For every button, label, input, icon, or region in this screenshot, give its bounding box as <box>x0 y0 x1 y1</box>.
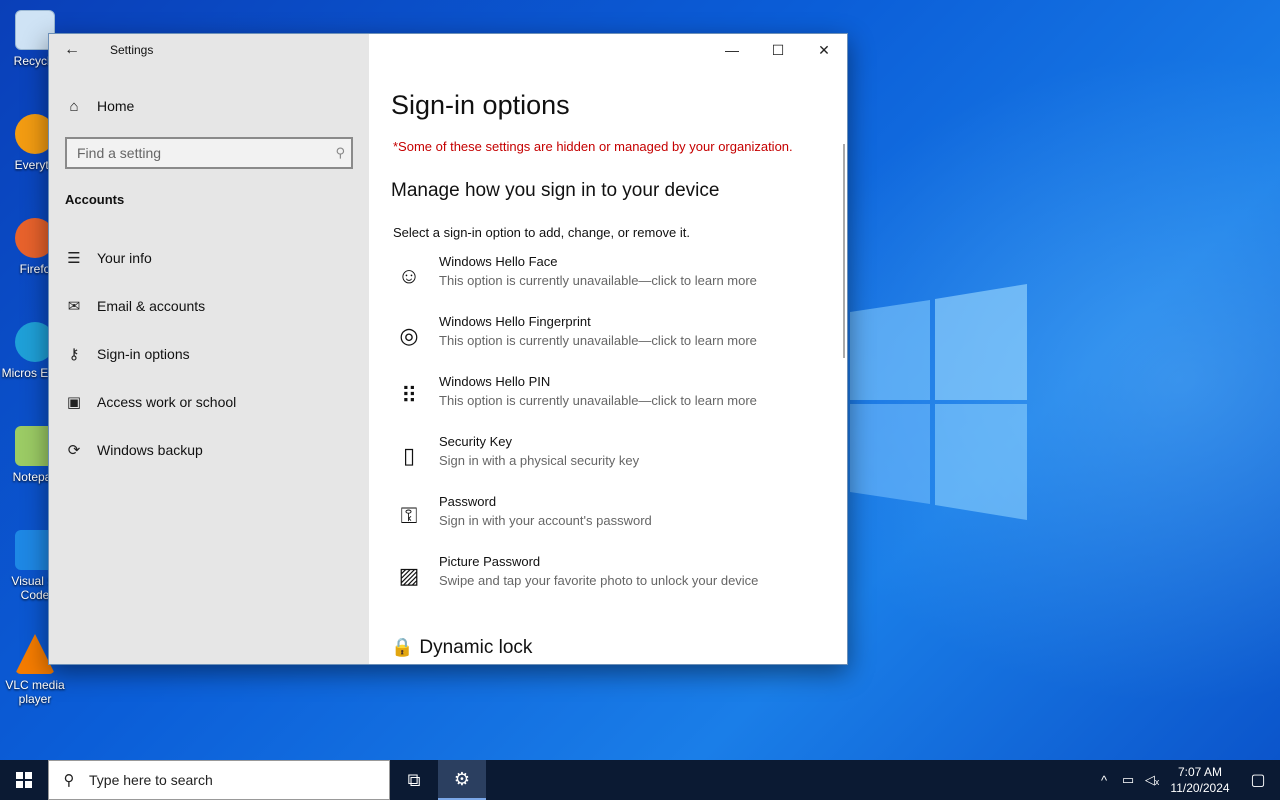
network-icon[interactable]: ▭ <box>1116 772 1140 788</box>
sidebar-item-label: Your info <box>97 250 152 266</box>
dynamic-lock-icon: 🔒 <box>391 637 414 657</box>
sidebar-section-label: Accounts <box>65 192 125 207</box>
usb-key-icon: ▯ <box>402 443 416 468</box>
minimize-button[interactable]: — <box>709 34 755 66</box>
option-title: Password <box>439 494 497 509</box>
fingerprint-icon: ◎ <box>399 323 419 348</box>
page-title: Sign-in options <box>391 90 570 120</box>
taskbar-search-box[interactable]: ⚲ Type here to search <box>48 760 390 800</box>
app-title: Settings <box>110 43 154 57</box>
windows-start-icon <box>16 772 32 788</box>
dynamic-lock-heading: 🔒 Dynamic lock <box>391 637 532 659</box>
search-icon: ⚲ <box>335 145 345 160</box>
clock-time: 7:07 AM <box>1177 765 1223 779</box>
instruction-text: Select a sign-in option to add, change, … <box>393 225 691 240</box>
notification-icon[interactable]: ▢ <box>1236 770 1280 790</box>
task-view-icon: ⧉ <box>407 769 421 790</box>
back-arrow-icon[interactable]: ← <box>61 40 83 60</box>
title-bar[interactable]: ← Settings <box>49 34 369 66</box>
gear-icon: ⚙ <box>453 768 471 789</box>
clock-date: 11/20/2024 <box>1170 781 1230 795</box>
sign-in-option-fingerprint[interactable]: ◎ Windows Hello Fingerprint This option … <box>391 314 831 362</box>
settings-content: — ☐ ✕ Sign-in options *Some of these set… <box>369 34 847 664</box>
sign-in-option-face[interactable]: ☺ Windows Hello Face This option is curr… <box>391 254 831 302</box>
settings-window: ← Settings ⌂ Home Find a setting ⚲ Accou… <box>48 33 848 665</box>
sign-in-option-password[interactable]: ⚿ Password Sign in with your account's p… <box>391 494 831 542</box>
mail-icon: ✉ <box>67 298 81 315</box>
picture-icon: ▨ <box>398 563 420 588</box>
scrollbar[interactable] <box>843 144 845 358</box>
taskbar-clock[interactable]: 7:07 AM 11/20/2024 <box>1164 764 1236 796</box>
sidebar-item-your-info[interactable]: ☰ Your info <box>49 238 369 278</box>
home-icon: ⌂ <box>69 97 79 115</box>
dynamic-lock-label: Dynamic lock <box>419 637 533 658</box>
sidebar-item-access-work[interactable]: ▣ Access work or school <box>49 382 369 422</box>
person-list-icon: ☰ <box>67 250 81 267</box>
maximize-button[interactable]: ☐ <box>755 34 801 66</box>
option-subtitle: This option is currently unavailable—cli… <box>439 393 757 408</box>
sign-in-option-pin[interactable]: ⠿ Windows Hello PIN This option is curre… <box>391 374 831 422</box>
sidebar-item-label: Windows backup <box>97 442 203 458</box>
search-icon: ⚲ <box>63 772 75 789</box>
chevron-up-icon[interactable]: ^ <box>1092 773 1116 788</box>
sidebar-item-label: Sign-in options <box>97 346 190 362</box>
key-icon: ⚷ <box>68 346 80 363</box>
search-placeholder: Find a setting <box>77 145 162 161</box>
face-icon: ☺ <box>397 263 421 288</box>
sign-in-option-picture-password[interactable]: ▨ Picture Password Swipe and tap your fa… <box>391 554 831 602</box>
option-title: Security Key <box>439 434 512 449</box>
windows-wallpaper-logo <box>850 284 1027 520</box>
password-key-icon: ⚿ <box>400 503 418 528</box>
sidebar-item-label: Email & accounts <box>97 298 206 314</box>
option-subtitle: This option is currently unavailable—cli… <box>439 333 757 348</box>
sidebar-item-home[interactable]: ⌂ Home <box>49 86 369 126</box>
sidebar-item-sign-in-options[interactable]: ⚷ Sign-in options <box>49 334 369 374</box>
sidebar-item-label: Access work or school <box>97 394 237 410</box>
desktop-icon-label: VLC media player <box>5 678 65 706</box>
option-subtitle: Sign in with your account's password <box>439 513 652 528</box>
start-button[interactable] <box>0 760 48 800</box>
volume-muted-icon[interactable]: ◁ₓ <box>1140 772 1164 788</box>
taskbar-settings-app[interactable]: ⚙ <box>438 760 486 800</box>
sidebar-item-label: Home <box>97 98 135 114</box>
option-subtitle: Swipe and tap your favorite photo to unl… <box>439 573 759 588</box>
option-title: Windows Hello Face <box>439 254 558 269</box>
option-title: Picture Password <box>439 554 541 569</box>
briefcase-icon: ▣ <box>66 394 82 411</box>
find-setting-input[interactable]: Find a setting ⚲ <box>65 137 353 169</box>
taskbar-search-placeholder: Type here to search <box>89 772 213 788</box>
sync-icon: ⟳ <box>67 442 81 459</box>
sidebar-item-windows-backup[interactable]: ⟳ Windows backup <box>49 430 369 470</box>
close-button[interactable]: ✕ <box>801 34 847 66</box>
settings-sidebar: ← Settings ⌂ Home Find a setting ⚲ Accou… <box>49 34 369 664</box>
sidebar-item-email-accounts[interactable]: ✉ Email & accounts <box>49 286 369 326</box>
option-title: Windows Hello Fingerprint <box>439 314 591 329</box>
system-tray: ^ ▭ ◁ₓ 7:07 AM 11/20/2024 ▢ <box>1092 760 1280 800</box>
window-controls: — ☐ ✕ <box>709 34 847 66</box>
taskbar: ⚲ Type here to search ⧉ ⚙ ^ ▭ ◁ₓ 7:07 AM… <box>0 760 1280 800</box>
option-subtitle: This option is currently unavailable—cli… <box>439 273 757 288</box>
sign-in-option-security-key[interactable]: ▯ Security Key Sign in with a physical s… <box>391 434 831 482</box>
org-managed-warning: *Some of these settings are hidden or ma… <box>393 139 793 154</box>
pin-keypad-icon: ⠿ <box>400 383 418 408</box>
section-heading: Manage how you sign in to your device <box>391 180 720 201</box>
option-title: Windows Hello PIN <box>439 374 551 389</box>
task-view-button[interactable]: ⧉ <box>390 760 438 800</box>
option-subtitle: Sign in with a physical security key <box>439 453 640 468</box>
